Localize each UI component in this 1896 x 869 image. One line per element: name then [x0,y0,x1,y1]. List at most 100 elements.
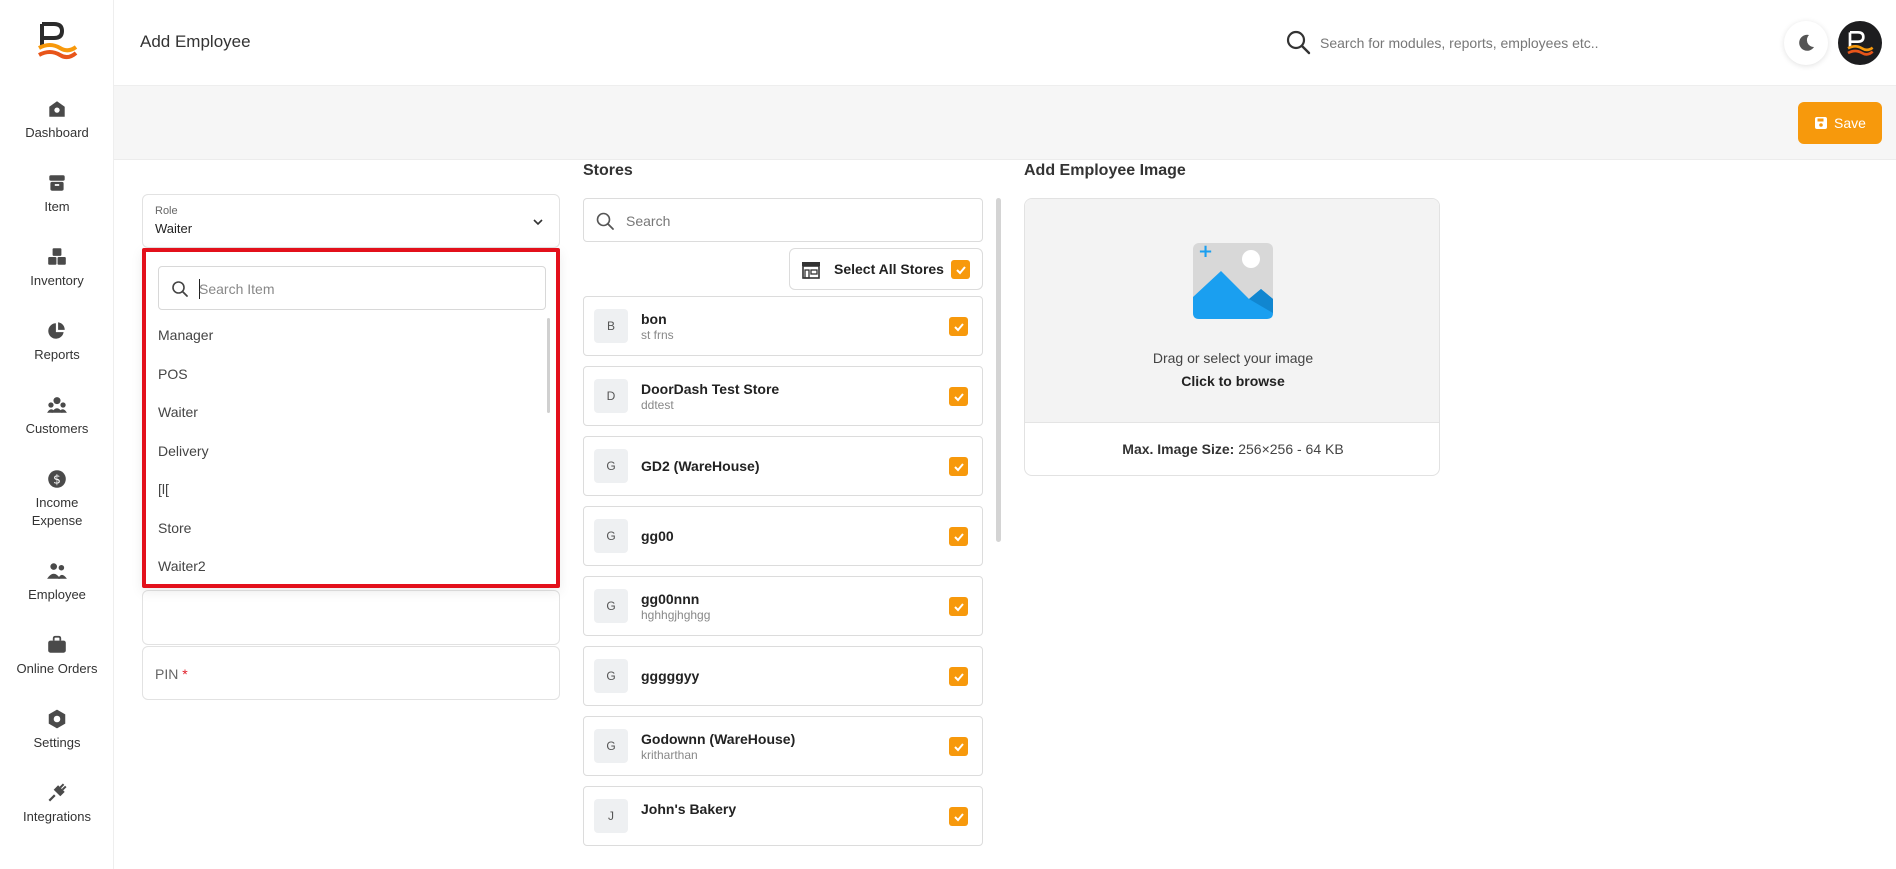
required-marker: * [182,666,188,682]
store-checkbox[interactable] [949,667,968,686]
pin-label: PIN * [155,666,188,682]
select-all-checkbox[interactable] [951,260,970,279]
store-checkbox[interactable] [949,807,968,826]
store-checkbox[interactable] [949,737,968,756]
sidebar-item-label: Item [44,199,70,214]
check-icon [955,265,966,274]
role-option-pos[interactable]: POS [158,355,538,394]
reports-icon [48,322,65,339]
stores-title: Stores [583,162,633,179]
role-option-manager[interactable]: Manager [158,316,538,355]
role-option-waiter2[interactable]: Waiter2 [158,547,538,586]
check-icon [953,672,964,681]
sidebar-item-settings[interactable]: Settings [0,708,114,752]
chevron-down-icon [533,219,543,226]
dropdown-scrollbar[interactable] [547,318,550,413]
image-dropzone[interactable]: + Drag or select your image Click to bro… [1025,199,1439,423]
store-card[interactable]: B bon st frns [583,296,983,356]
select-all-stores[interactable]: Select All Stores [789,248,983,290]
inventory-icon [48,248,66,265]
store-name: Godownn (WareHouse) [641,731,796,747]
svg-text:$: $ [53,472,61,486]
check-icon [953,602,964,611]
store-name: GD2 (WareHouse) [641,458,760,474]
search-icon [172,281,188,297]
role-option-delivery[interactable]: Delivery [158,432,538,471]
role-search-box[interactable] [158,266,546,310]
settings-icon [48,709,66,729]
sidebar-item-integrations[interactable]: Integrations [0,782,114,826]
store-checkbox[interactable] [949,387,968,406]
store-name: DoorDash Test Store [641,381,780,397]
check-icon [953,462,964,471]
pin-field[interactable]: PIN * [142,646,560,700]
sidebar-item-label: Settings [33,735,81,750]
store-checkbox[interactable] [949,317,968,336]
sidebar-item-item[interactable]: Item [0,172,114,216]
store-initial: G [594,659,628,693]
role-value: Waiter [155,221,193,236]
store-card[interactable]: G gg00 [583,506,983,566]
store-card[interactable]: G Godownn (WareHouse) kritharthan [583,716,983,776]
sidebar-item-label: Reports [34,347,80,362]
search-icon[interactable] [1284,28,1312,56]
role-option-custom[interactable]: [l[ [158,470,538,509]
role-select[interactable]: Role Waiter [142,194,560,248]
store-subtitle: hghhgjhghgg [641,608,711,622]
brand-logo-avatar-icon [1847,31,1874,56]
stores-search-box[interactable] [583,198,983,242]
stores-search-input[interactable] [626,210,966,232]
dashboard-icon [49,101,65,117]
role-options-list: Manager POS Waiter Delivery [l[ Store Wa… [158,316,538,586]
store-initial: G [594,729,628,763]
sidebar-item-inventory[interactable]: Inventory [0,246,114,290]
sidebar-item-dashboard[interactable]: Dashboard [0,98,114,142]
store-card[interactable]: G gggggyy [583,646,983,706]
select-all-label: Select All Stores [834,261,944,277]
global-search-input[interactable] [1320,30,1650,56]
store-name: gg00 [641,528,674,544]
action-toolbar: Save [114,86,1896,160]
store-checkbox[interactable] [949,527,968,546]
store-subtitle: ddtest [641,398,674,412]
store-initial: G [594,589,628,623]
image-placeholder-icon: + [1193,241,1273,319]
stores-scrollbar[interactable] [996,198,1001,542]
check-icon [953,322,964,331]
sidebar-item-income-expense[interactable]: $ Income Expense [0,468,114,530]
role-search-input[interactable] [199,277,529,301]
store-name: gg00nnn [641,591,700,607]
browse-link[interactable]: Click to browse [1025,373,1439,389]
image-size-value: 256×256 - 64 KB [1238,441,1344,457]
theme-toggle-button[interactable] [1784,21,1828,65]
store-card[interactable]: D DoorDash Test Store ddtest [583,366,983,426]
check-icon [953,392,964,401]
sidebar-item-customers[interactable]: Customers [0,394,114,438]
store-initial: B [594,309,628,343]
sidebar-item-reports[interactable]: Reports [0,320,114,364]
sidebar-item-label: Inventory [30,273,84,288]
store-initial: G [594,449,628,483]
form-field-obscured[interactable] [142,590,560,645]
save-button[interactable]: Save [1798,102,1882,144]
image-size-label: Max. Image Size: [1122,441,1235,457]
role-option-waiter[interactable]: Waiter [158,393,538,432]
sidebar-item-online-orders[interactable]: Online Orders [0,634,114,678]
avatar[interactable] [1838,21,1882,65]
store-subtitle: kritharthan [641,748,698,762]
store-name: bon [641,311,667,327]
sidebar-item-label: Customers [25,421,89,436]
moon-icon [1799,34,1814,51]
drag-instruction: Drag or select your image [1152,350,1314,366]
sidebar-item-employee[interactable]: Employee [0,560,114,604]
store-card[interactable]: J John's Bakery [583,786,983,846]
store-checkbox[interactable] [949,597,968,616]
role-option-store[interactable]: Store [158,509,538,548]
page-title: Add Employee [140,32,251,51]
integrations-icon [48,783,67,802]
store-initial: G [594,519,628,553]
store-card[interactable]: G GD2 (WareHouse) [583,436,983,496]
store-initial: D [594,379,628,413]
store-checkbox[interactable] [949,457,968,476]
store-card[interactable]: G gg00nnn hghhgjhghgg [583,576,983,636]
